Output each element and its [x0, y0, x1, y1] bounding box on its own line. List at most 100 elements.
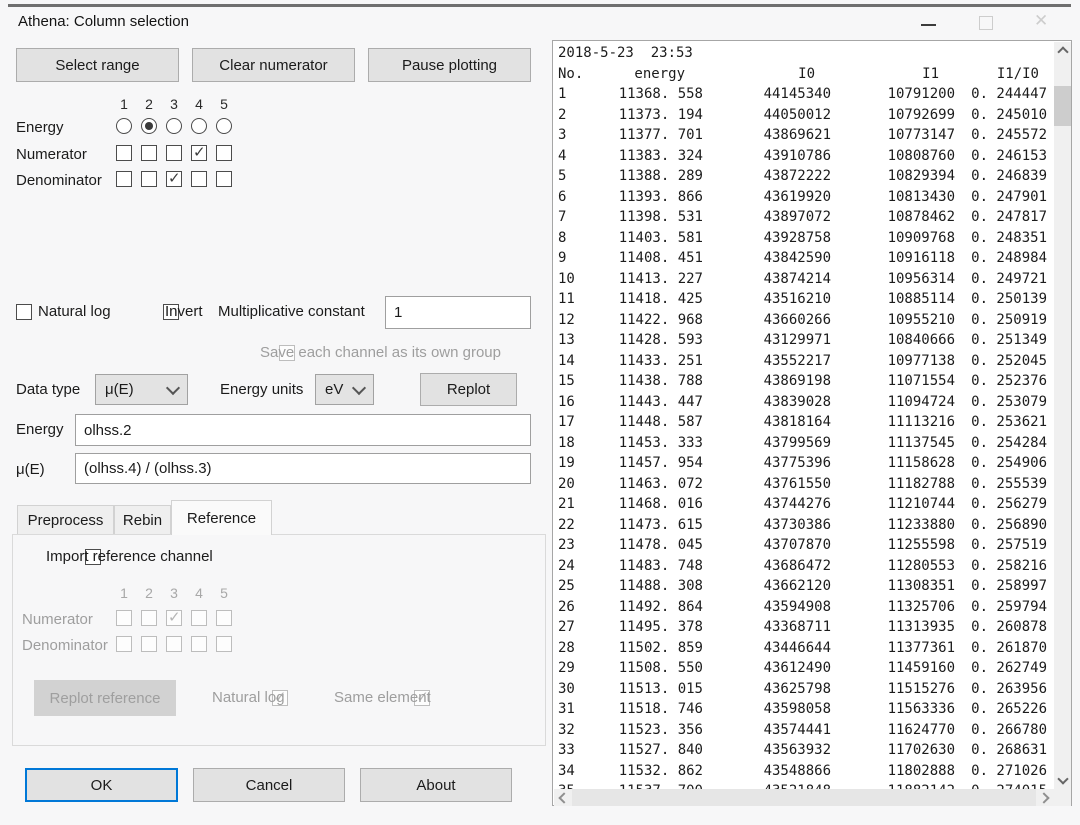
table-cell: 11182788 — [837, 474, 961, 495]
table-cell: 11137545 — [837, 433, 961, 454]
header-i1: I1 — [837, 64, 961, 85]
ref-numerator-checkbox-col-1 — [116, 610, 132, 626]
table-cell: 43874214 — [709, 269, 837, 290]
energy-radio-col-5[interactable] — [216, 118, 232, 134]
table-cell: 0. 256890 — [961, 515, 1053, 536]
energy-column-input[interactable] — [75, 414, 531, 446]
scroll-right-icon — [1038, 792, 1049, 803]
column-selection-dialog: Athena: Column selection ✕ Select range … — [0, 0, 1080, 825]
table-cell: 13 — [555, 330, 597, 351]
horizontal-scroll-thumb[interactable] — [572, 789, 1036, 806]
energy-radio-col-1[interactable] — [116, 118, 132, 134]
table-cell: 4 — [555, 146, 597, 167]
horizontal-scrollbar[interactable] — [554, 789, 1054, 806]
natural-log-checkbox[interactable] — [16, 304, 32, 320]
table-cell: 43598058 — [709, 699, 837, 720]
scroll-left-button[interactable] — [554, 789, 571, 806]
table-cell: 11518. 746 — [597, 699, 709, 720]
table-cell: 11453. 333 — [597, 433, 709, 454]
invert-label: Invert — [165, 303, 203, 320]
header-i1i0: I1/I0 — [961, 64, 1053, 85]
ref-natural-log-label: Natural log — [212, 689, 285, 706]
denominator-row-label: Denominator — [16, 172, 102, 189]
about-button[interactable]: About — [360, 768, 512, 802]
vertical-scroll-thumb[interactable] — [1054, 86, 1071, 126]
table-row: 2811502. 85943446644113773610. 261870 — [555, 638, 1054, 659]
scroll-right-button[interactable] — [1037, 789, 1054, 806]
cancel-button[interactable]: Cancel — [193, 768, 345, 802]
denominator-checkbox-col-1[interactable] — [116, 171, 132, 187]
table-cell: 11413. 227 — [597, 269, 709, 290]
table-rows: 111368. 55844145340107912000. 2444472113… — [555, 84, 1054, 789]
energy-units-select[interactable]: eV — [315, 374, 374, 405]
vertical-scrollbar[interactable] — [1054, 42, 1071, 789]
column-numbers: 12345 — [116, 96, 232, 112]
table-cell: 0. 248351 — [961, 228, 1053, 249]
close-icon[interactable]: ✕ — [1034, 11, 1048, 31]
scroll-down-button[interactable] — [1054, 772, 1071, 789]
table-cell: 21 — [555, 494, 597, 515]
table-row: 2011463. 07243761550111827880. 255539 — [555, 474, 1054, 495]
tab-reference[interactable]: Reference — [171, 500, 272, 535]
ref-column-number-3: 3 — [166, 585, 182, 601]
numerator-checkbox-col-1[interactable] — [116, 145, 132, 161]
table-cell: 0. 257519 — [961, 535, 1053, 556]
table-cell: 2 — [555, 105, 597, 126]
table-cell: 10773147 — [837, 125, 961, 146]
table-cell: 43548866 — [709, 761, 837, 782]
replot-button[interactable]: Replot — [420, 373, 517, 406]
table-cell: 11513. 015 — [597, 679, 709, 700]
table-cell: 43761550 — [709, 474, 837, 495]
table-cell: 16 — [555, 392, 597, 413]
table-cell: 0. 247817 — [961, 207, 1053, 228]
data-type-select[interactable]: μ(E) — [95, 374, 188, 405]
table-cell: 0. 253079 — [961, 392, 1053, 413]
mu-field-label: μ(E) — [16, 461, 45, 478]
scroll-down-icon — [1057, 773, 1068, 784]
table-cell: 10885114 — [837, 289, 961, 310]
select-range-button[interactable]: Select range — [16, 48, 179, 82]
table-row: 3211523. 35643574441116247700. 266780 — [555, 720, 1054, 741]
numerator-checkbox-col-4[interactable] — [191, 145, 207, 161]
energy-radio-col-3[interactable] — [166, 118, 182, 134]
denominator-checkbox-col-3[interactable] — [166, 171, 182, 187]
multiplicative-constant-input[interactable] — [385, 296, 531, 329]
table-row: 1311428. 59343129971108406660. 251349 — [555, 330, 1054, 351]
maximize-icon[interactable] — [979, 16, 993, 30]
mu-column-input[interactable] — [75, 453, 531, 484]
data-type-label: Data type — [16, 381, 80, 398]
numerator-checkbox-col-5[interactable] — [216, 145, 232, 161]
table-cell: 0. 251349 — [961, 330, 1053, 351]
pause-plotting-button[interactable]: Pause plotting — [368, 48, 531, 82]
table-cell: 43928758 — [709, 228, 837, 249]
ref-denominator-checkbox-row — [116, 636, 232, 652]
table-row: 2911508. 55043612490114591600. 262749 — [555, 658, 1054, 679]
energy-radio-col-2[interactable] — [141, 118, 157, 134]
numerator-checkbox-col-2[interactable] — [141, 145, 157, 161]
denominator-checkbox-col-4[interactable] — [191, 171, 207, 187]
ok-button[interactable]: OK — [25, 768, 178, 802]
tab-rebin[interactable]: Rebin — [114, 505, 171, 535]
table-row: 2611492. 86443594908113257060. 259794 — [555, 597, 1054, 618]
denominator-checkbox-col-2[interactable] — [141, 171, 157, 187]
numerator-checkbox-col-3[interactable] — [166, 145, 182, 161]
table-cell: 9 — [555, 248, 597, 269]
table-cell: 11383. 324 — [597, 146, 709, 167]
table-row: 1411433. 25143552217109771380. 252045 — [555, 351, 1054, 372]
table-cell: 0. 249721 — [961, 269, 1053, 290]
table-cell: 43897072 — [709, 207, 837, 228]
chevron-down-icon — [166, 380, 180, 394]
table-row: 3011513. 01543625798115152760. 263956 — [555, 679, 1054, 700]
table-cell: 43910786 — [709, 146, 837, 167]
denominator-checkbox-col-5[interactable] — [216, 171, 232, 187]
tab-preprocess[interactable]: Preprocess — [17, 505, 114, 535]
table-cell: 11443. 447 — [597, 392, 709, 413]
energy-radio-col-4[interactable] — [191, 118, 207, 134]
clear-numerator-button[interactable]: Clear numerator — [192, 48, 355, 82]
minimize-icon[interactable] — [921, 24, 936, 26]
table-cell: 17 — [555, 412, 597, 433]
ref-denominator-checkbox-col-2 — [141, 636, 157, 652]
column-number-2: 2 — [141, 96, 157, 112]
scroll-up-button[interactable] — [1054, 42, 1071, 59]
table-cell: 26 — [555, 597, 597, 618]
